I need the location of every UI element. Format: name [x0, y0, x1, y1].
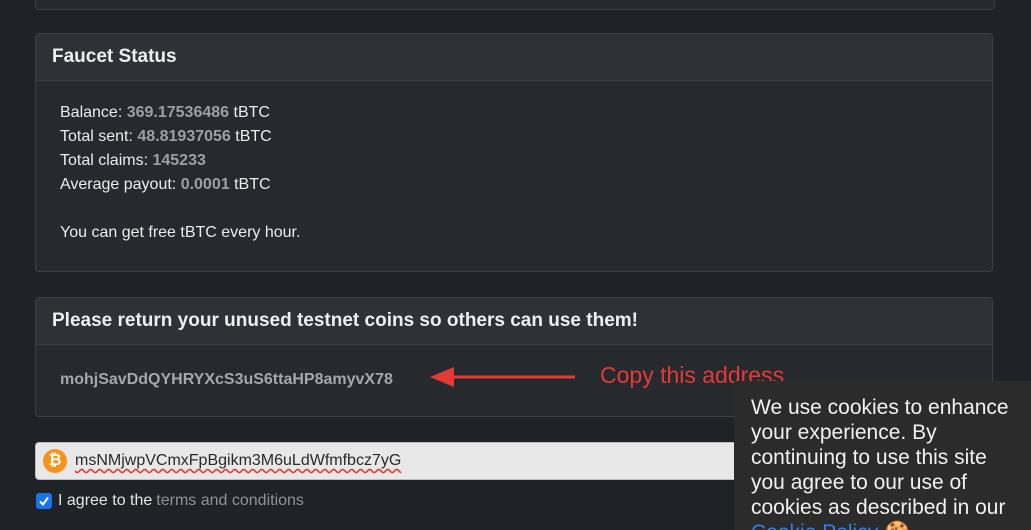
balance-row: Balance: 369.17536486 tBTC: [60, 101, 968, 125]
average-payout-unit: tBTC: [234, 176, 271, 193]
return-coins-title: Please return your unused testnet coins …: [36, 298, 992, 345]
average-payout-row: Average payout: 0.0001 tBTC: [60, 173, 968, 197]
terms-link[interactable]: terms and conditions: [156, 492, 304, 510]
faucet-info-text: You can get free tBTC every hour.: [60, 224, 301, 241]
cookie-policy-link[interactable]: Cookie Policy: [751, 521, 878, 530]
total-claims-value: 145233: [152, 152, 206, 169]
previous-card-edge: [35, 0, 995, 10]
agree-terms: I agree to the terms and conditions: [36, 492, 304, 510]
cookie-banner: We use cookies to enhance your experienc…: [734, 381, 1031, 530]
cookie-text: We use cookies to enhance your experienc…: [751, 396, 1009, 519]
agree-label: I agree to the: [58, 492, 153, 509]
balance-label: Balance:: [60, 104, 123, 121]
faucet-status-card: Faucet Status Balance: 369.17536486 tBTC…: [35, 33, 993, 272]
faucet-status-body: Balance: 369.17536486 tBTC Total sent: 4…: [36, 81, 992, 265]
faucet-status-title: Faucet Status: [36, 34, 992, 81]
total-claims-label: Total claims:: [60, 152, 149, 169]
bitcoin-icon: ₿: [43, 449, 67, 473]
balance-unit: tBTC: [233, 104, 270, 121]
total-claims-row: Total claims: 145233: [60, 149, 968, 173]
annotation-arrow-icon: [430, 367, 575, 387]
agree-checkbox[interactable]: [36, 493, 52, 509]
total-sent-unit: tBTC: [235, 128, 272, 145]
return-address[interactable]: mohjSavDdQYHRYXcS3uS6ttaHP8amyvX78: [60, 371, 393, 389]
average-payout-label: Average payout:: [60, 176, 177, 193]
checkmark-icon: [39, 496, 49, 507]
total-sent-value: 48.81937056: [137, 128, 231, 145]
balance-value: 369.17536486: [126, 104, 230, 121]
total-sent-row: Total sent: 48.81937056 tBTC: [60, 125, 968, 149]
total-sent-label: Total sent:: [60, 128, 133, 145]
wallet-address-input[interactable]: ₿ msNMjwpVCmxFpBgikm3M6uLdWfmfbcz7yG: [35, 442, 775, 480]
average-payout-value: 0.0001: [180, 176, 230, 193]
cookie-emoji-icon: 🍪: [884, 521, 910, 530]
wallet-address-value[interactable]: msNMjwpVCmxFpBgikm3M6uLdWfmfbcz7yG: [75, 452, 401, 470]
